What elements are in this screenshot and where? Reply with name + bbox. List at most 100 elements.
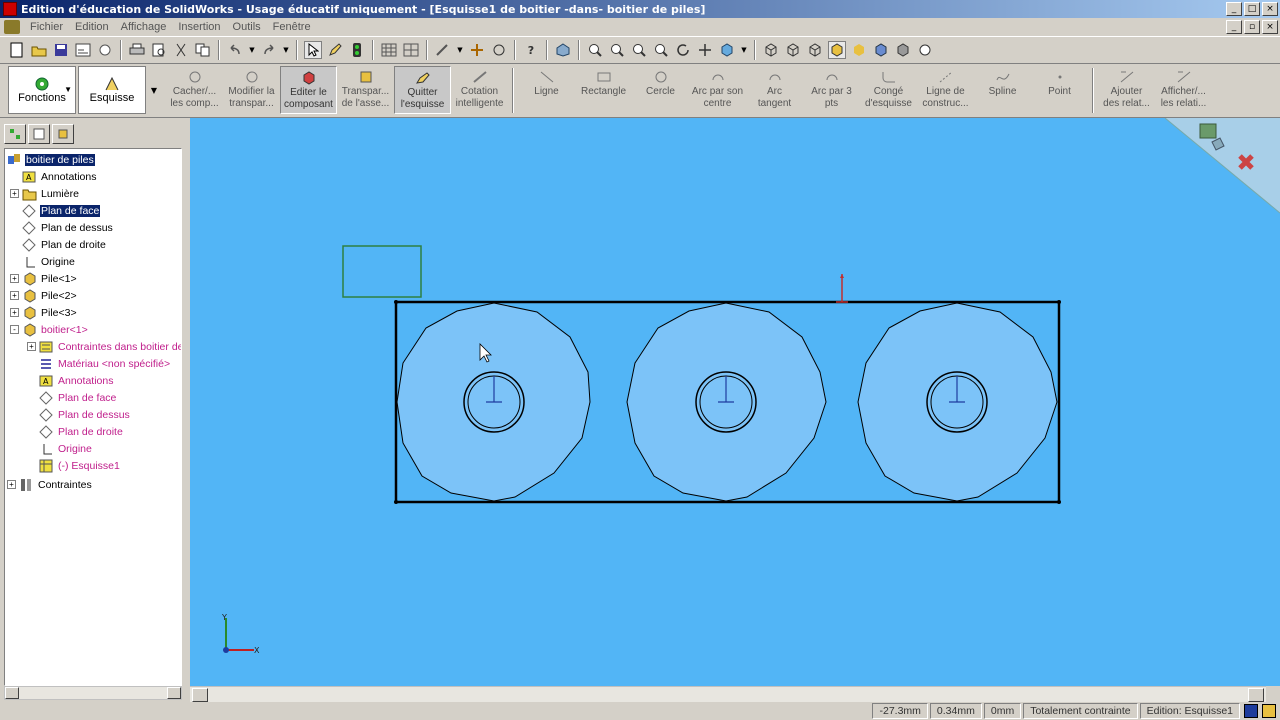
scroll-right-button[interactable] — [1248, 688, 1264, 702]
expand-icon[interactable]: + — [10, 308, 19, 317]
tree-item[interactable]: + Pile<1> — [10, 270, 78, 287]
hidden-lines-removed-icon[interactable] — [806, 41, 824, 59]
esquisse-dropdown-icon[interactable]: ▼ — [148, 66, 160, 114]
menu-insertion[interactable]: Insertion — [172, 21, 226, 33]
close-button[interactable]: × — [1262, 2, 1278, 16]
assembly-transparency-button[interactable]: Transpar... de l'asse... — [337, 66, 394, 114]
hide-components-button[interactable]: Cacher/... les comp... — [166, 66, 223, 114]
graphics-area-scrollbar[interactable] — [190, 686, 1266, 702]
tab-configuration-manager[interactable] — [52, 124, 74, 144]
battery-1-circle[interactable] — [396, 302, 591, 502]
print-preview-icon[interactable] — [150, 41, 168, 59]
exit-sketch-button[interactable]: Quitter l'esquisse — [394, 66, 451, 114]
menu-edition[interactable]: Edition — [69, 21, 115, 33]
shadows-icon[interactable] — [872, 41, 890, 59]
grid-icon[interactable] — [380, 41, 398, 59]
vertex-point[interactable] — [394, 300, 398, 304]
options-icon[interactable] — [96, 41, 114, 59]
make-drawing-icon[interactable] — [74, 41, 92, 59]
tree-item[interactable]: (-) Esquisse1 — [27, 457, 121, 474]
tree-item[interactable]: - boitier<1> — [10, 321, 89, 338]
three-point-arc-button[interactable]: Arc par 3 pts — [803, 66, 860, 114]
vertex-point[interactable] — [394, 500, 398, 504]
move-component-icon[interactable] — [468, 41, 486, 59]
expand-icon[interactable]: + — [27, 342, 36, 351]
rotate-component-icon[interactable] — [490, 41, 508, 59]
perspective-icon[interactable] — [916, 41, 934, 59]
tree-item[interactable]: Plan de face — [27, 389, 117, 406]
menu-affichage[interactable]: Affichage — [115, 21, 173, 33]
doc-restore-button[interactable]: ▫ — [1244, 20, 1260, 34]
point-button[interactable]: Point — [1031, 66, 1088, 114]
snap-grid-icon[interactable] — [402, 41, 420, 59]
zoom-to-fit-icon[interactable] — [586, 41, 604, 59]
minimize-button[interactable]: _ — [1226, 2, 1242, 16]
zoom-selection-icon[interactable] — [652, 41, 670, 59]
add-relation-button[interactable]: Ajouter des relat... — [1098, 66, 1155, 114]
expand-icon[interactable]: + — [10, 274, 19, 283]
menu-outils[interactable]: Outils — [227, 21, 267, 33]
undo-icon[interactable] — [226, 41, 244, 59]
cut-icon[interactable] — [172, 41, 190, 59]
tree-item[interactable]: + Pile<3> — [10, 304, 78, 321]
dropdown-arrow-icon[interactable]: ▼ — [740, 41, 748, 59]
solidworks-app-icon[interactable] — [3, 2, 17, 16]
tangent-arc-button[interactable]: Arc tangent — [746, 66, 803, 114]
zoom-in-out-icon[interactable] — [630, 41, 648, 59]
sketch-pencil-icon[interactable] — [326, 41, 344, 59]
display-style-icon[interactable] — [718, 41, 736, 59]
view-orientation-icon[interactable] — [554, 41, 572, 59]
shaded-icon[interactable] — [850, 41, 868, 59]
menu-fenetre[interactable]: Fenêtre — [267, 21, 317, 33]
tree-item[interactable]: A Annotations — [10, 168, 97, 185]
redo-icon[interactable] — [260, 41, 278, 59]
tree-item[interactable]: Origine — [10, 253, 76, 270]
copy-icon[interactable] — [194, 41, 212, 59]
scroll-right-button[interactable] — [167, 687, 181, 699]
tree-item[interactable]: boitier de piles — [7, 151, 95, 168]
undo-dropdown-icon[interactable]: ▼ — [248, 41, 256, 59]
sketch-fillet-button[interactable]: Congé d'esquisse — [860, 66, 917, 114]
tree-item[interactable]: Origine — [27, 440, 93, 457]
fonctions-tab-button[interactable]: Fonctions ▼ — [8, 66, 76, 114]
vertex-point[interactable] — [1057, 500, 1061, 504]
menu-fichier[interactable]: Fichier — [24, 21, 69, 33]
tab-property-manager[interactable] — [28, 124, 50, 144]
help-status-icon[interactable] — [1262, 704, 1276, 718]
rotate-view-icon[interactable] — [674, 41, 692, 59]
maximize-button[interactable]: □ — [1244, 2, 1260, 16]
esquisse-tab-button[interactable]: Esquisse — [78, 66, 146, 114]
tree-item[interactable]: Matériau <non spécifié> — [27, 355, 171, 372]
new-document-icon[interactable] — [8, 41, 26, 59]
exit-sketch-corner-icon[interactable] — [1199, 123, 1217, 139]
scroll-left-button[interactable] — [5, 687, 19, 699]
doc-minimize-button[interactable]: _ — [1226, 20, 1242, 34]
save-icon[interactable] — [52, 41, 70, 59]
tree-item[interactable]: Plan de droite — [27, 423, 124, 440]
tree-item[interactable]: + Contraintes — [7, 476, 93, 493]
feature-tree-scrollbar[interactable] — [4, 686, 182, 700]
tree-item[interactable]: A Annotations — [27, 372, 114, 389]
tree-item[interactable]: Plan de droite — [10, 236, 107, 253]
wireframe-icon[interactable] — [762, 41, 780, 59]
smart-dimension-button[interactable]: Cotation intelligente — [451, 66, 508, 114]
redo-dropdown-icon[interactable]: ▼ — [282, 41, 290, 59]
construction-line-button[interactable]: Ligne de construc... — [917, 66, 974, 114]
rebuild-status-icon[interactable] — [1244, 704, 1258, 718]
expand-icon[interactable]: + — [10, 189, 19, 198]
graphics-area[interactable]: Y X — [190, 118, 1280, 686]
dropdown-arrow-icon[interactable]: ▼ — [456, 41, 464, 59]
expand-icon[interactable]: + — [7, 480, 16, 489]
edit-component-button[interactable]: Editer le composant — [280, 66, 337, 114]
rectangle-button[interactable]: Rectangle — [575, 66, 632, 114]
help-icon[interactable]: ? — [522, 41, 540, 59]
expand-icon[interactable]: + — [10, 291, 19, 300]
scroll-left-button[interactable] — [192, 688, 208, 702]
collapse-icon[interactable]: - — [10, 325, 19, 334]
tree-item[interactable]: + Lumière — [10, 185, 80, 202]
rebuild-icon[interactable] — [348, 41, 366, 59]
centerpoint-arc-button[interactable]: Arc par son centre — [689, 66, 746, 114]
hidden-lines-visible-icon[interactable] — [784, 41, 802, 59]
doc-close-button[interactable]: × — [1262, 20, 1278, 34]
sketch-rectangle-small[interactable] — [342, 245, 422, 298]
